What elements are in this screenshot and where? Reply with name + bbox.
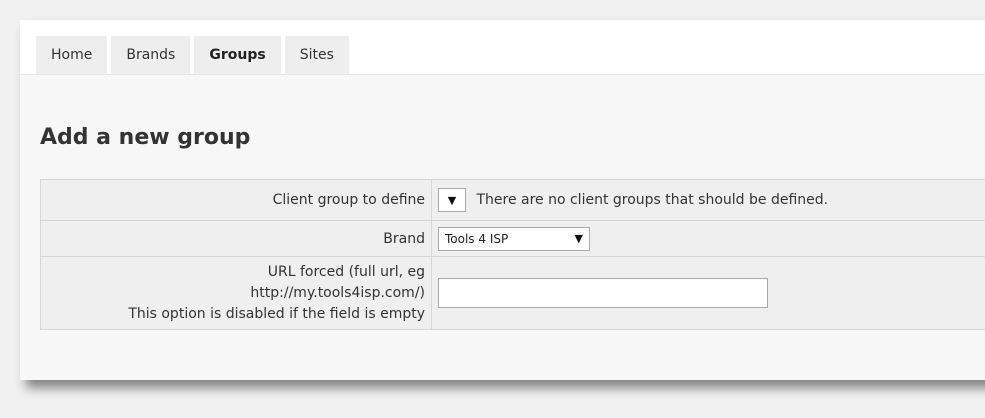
tab-sites[interactable]: Sites bbox=[284, 36, 349, 74]
client-group-select[interactable]: ▼ bbox=[438, 188, 466, 212]
url-forced-label: URL forced (full url, eg http://my.tools… bbox=[40, 256, 432, 330]
content-area: Add a new group Client group to define ▼… bbox=[20, 74, 985, 380]
url-forced-field-cell bbox=[431, 256, 985, 330]
tab-bar: Home Brands Groups Sites bbox=[36, 36, 349, 74]
page-title: Add a new group bbox=[40, 125, 251, 150]
brand-select[interactable]: Tools 4 ISP ▼ bbox=[438, 226, 590, 251]
url-forced-label-line3: This option is disabled if the field is … bbox=[128, 305, 425, 322]
brand-selected-value: Tools 4 ISP bbox=[445, 231, 509, 246]
browser-window: Home Brands Groups Sites Add a new group… bbox=[20, 20, 985, 380]
brand-label: Brand bbox=[40, 220, 432, 257]
chevron-down-icon: ▼ bbox=[574, 232, 583, 245]
group-form: Client group to define ▼ There are no cl… bbox=[40, 179, 985, 330]
tab-groups[interactable]: Groups bbox=[194, 36, 281, 74]
form-row-client-group: Client group to define ▼ There are no cl… bbox=[40, 179, 985, 221]
brand-field-cell: Tools 4 ISP ▼ bbox=[431, 220, 985, 257]
url-forced-label-line1: URL forced (full url, eg bbox=[267, 263, 425, 280]
client-group-note: There are no client groups that should b… bbox=[476, 192, 829, 208]
url-forced-label-line2: http://my.tools4isp.com/) bbox=[250, 284, 425, 301]
chevron-down-icon: ▼ bbox=[447, 193, 457, 207]
form-row-brand: Brand Tools 4 ISP ▼ bbox=[40, 220, 985, 257]
form-row-url-forced: URL forced (full url, eg http://my.tools… bbox=[40, 256, 985, 330]
tab-home[interactable]: Home bbox=[36, 36, 108, 74]
url-forced-input[interactable] bbox=[438, 278, 768, 308]
client-group-field-cell: ▼ There are no client groups that should… bbox=[431, 179, 985, 221]
client-group-label: Client group to define bbox=[40, 179, 432, 221]
tab-brands[interactable]: Brands bbox=[111, 36, 191, 74]
